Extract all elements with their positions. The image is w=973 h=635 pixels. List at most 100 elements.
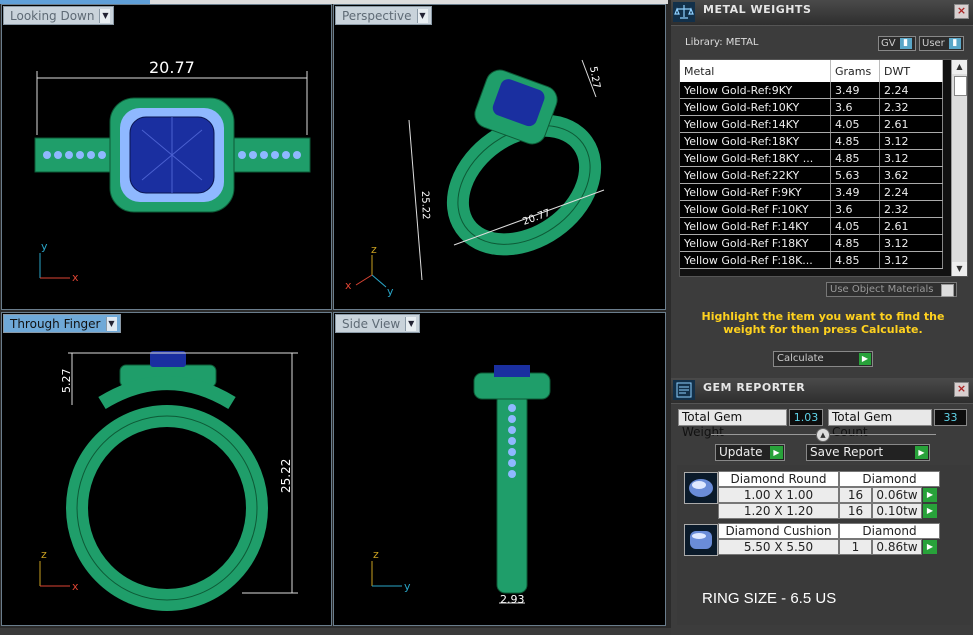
gem-size: 5.50 X 5.50 xyxy=(718,539,839,555)
calculate-button[interactable]: Calculate ▶ xyxy=(773,351,873,367)
metal-weights-panel: METAL WEIGHTS × Library: METAL GV ▮ User ▮… xyxy=(671,0,973,378)
dim-top-label: 5.27 xyxy=(60,369,73,394)
table-row[interactable]: Yellow Gold-Ref:22KY 5.63 3.62 xyxy=(680,166,943,184)
axis-x-label: x xyxy=(72,580,79,593)
update-label: Update xyxy=(719,445,763,459)
viewport-side-view[interactable]: 2.93 z y Side View ▼ xyxy=(333,312,666,626)
user-label: User xyxy=(922,38,945,49)
cell-grams: 3.49 xyxy=(830,183,880,201)
play-arrow-icon: ▶ xyxy=(770,446,783,459)
table-row[interactable]: Yellow Gold-Ref F:9KY 3.49 2.24 xyxy=(680,183,943,201)
viewport-perspective[interactable]: 25.22 20.77 5.27 z x y Perspective ▼ xyxy=(333,4,666,310)
table-row[interactable]: Yellow Gold-Ref F:18KY 4.85 3.12 xyxy=(680,234,943,252)
play-arrow-icon[interactable]: ▶ xyxy=(923,504,937,518)
cell-metal: Yellow Gold-Ref:9KY xyxy=(680,82,831,99)
use-object-materials-checkbox[interactable]: Use Object Materials xyxy=(826,282,957,297)
table-row[interactable]: Yellow Gold-Ref F:18K... 4.85 3.12 xyxy=(680,251,943,269)
gem-size: 1.20 X 1.20 xyxy=(718,503,839,519)
cell-metal: Yellow Gold-Ref F:18K... xyxy=(680,251,831,269)
panel-titlebar[interactable]: GEM REPORTER × xyxy=(671,378,973,404)
column-header-dwt[interactable]: DWT xyxy=(879,60,943,82)
dim-height-label: 25.22 xyxy=(419,191,431,220)
gem-slider-knob[interactable]: ▲ xyxy=(816,428,830,442)
cell-metal: Yellow Gold-Ref:14KY xyxy=(680,115,831,133)
chevron-down-icon[interactable]: ▼ xyxy=(416,8,428,23)
gem-material-header: Diamond xyxy=(839,471,940,487)
column-header-grams[interactable]: Grams xyxy=(830,60,880,82)
view-tab-label: Perspective xyxy=(342,8,412,23)
gem-weight: 0.10tw ▶ xyxy=(872,503,937,519)
cell-grams: 4.85 xyxy=(830,132,880,150)
user-toggle[interactable]: User ▮ xyxy=(919,36,964,51)
scroll-thumb[interactable] xyxy=(954,76,967,96)
table-row[interactable]: Yellow Gold-Ref:18KY 4.85 3.12 xyxy=(680,132,943,150)
viewport-through-finger[interactable]: 25.22 5.27 z x Through Finger ▼ xyxy=(1,312,332,626)
chevron-down-icon[interactable]: ▼ xyxy=(105,316,117,331)
gem-weight: 0.06tw ▶ xyxy=(872,487,937,503)
cell-metal: Yellow Gold-Ref:18KY xyxy=(680,132,831,150)
view-tab-through-finger[interactable]: Through Finger ▼ xyxy=(3,314,121,333)
table-row[interactable]: Yellow Gold-Ref:9KY 3.49 2.24 xyxy=(680,82,943,99)
toggle-icon: ▮ xyxy=(899,38,912,49)
update-button[interactable]: Update ▶ xyxy=(715,444,785,461)
gem-material-header: Diamond xyxy=(839,523,940,539)
cell-metal: Yellow Gold-Ref F:9KY xyxy=(680,183,831,201)
library-label: Library: METAL xyxy=(685,37,759,48)
play-arrow-icon[interactable]: ▶ xyxy=(923,540,937,554)
view-tab-side-view[interactable]: Side View ▼ xyxy=(335,314,421,333)
cell-grams: 4.85 xyxy=(830,149,880,167)
cell-dwt: 2.24 xyxy=(879,82,943,99)
viewport-looking-down[interactable]: 20.77 y x Looking Down ▼ xyxy=(1,4,332,310)
scroll-up-icon[interactable]: ▲ xyxy=(952,60,967,74)
toggle-icon: ▮ xyxy=(948,38,961,49)
chevron-down-icon[interactable]: ▼ xyxy=(99,8,111,23)
panel-title: METAL WEIGHTS xyxy=(703,3,812,16)
report-icon xyxy=(673,380,695,400)
cell-dwt: 2.24 xyxy=(879,183,943,201)
axis-y-label: y xyxy=(387,285,394,298)
table-row[interactable]: Yellow Gold-Ref F:10KY 3.6 2.32 xyxy=(680,200,943,218)
cell-dwt: 3.12 xyxy=(879,132,943,150)
close-icon[interactable]: × xyxy=(954,382,969,397)
gv-toggle[interactable]: GV ▮ xyxy=(878,36,916,51)
total-gem-weight-label: Total Gem Weight xyxy=(678,409,787,439)
play-arrow-icon[interactable]: ▶ xyxy=(923,488,937,502)
cell-dwt: 3.12 xyxy=(879,251,943,269)
dim-width-label: 20.77 xyxy=(149,58,195,77)
cell-grams: 3.6 xyxy=(830,200,880,218)
cell-dwt: 2.61 xyxy=(879,217,943,235)
column-header-metal[interactable]: Metal xyxy=(680,60,831,82)
checkbox-icon[interactable] xyxy=(941,284,954,297)
cell-grams: 3.6 xyxy=(830,98,880,116)
dim-width-label: 2.93 xyxy=(500,593,525,606)
gem-weight-value: 0.06tw xyxy=(876,488,918,502)
diamond-cushion-icon xyxy=(684,524,718,556)
table-scrollbar[interactable]: ▲ ▼ xyxy=(951,60,967,276)
panel-titlebar[interactable]: METAL WEIGHTS × xyxy=(671,0,973,26)
cell-metal: Yellow Gold-Ref:10KY xyxy=(680,98,831,116)
view-tab-looking-down[interactable]: Looking Down ▼ xyxy=(3,6,115,25)
gem-weight: 0.86tw ▶ xyxy=(872,539,937,555)
save-report-button[interactable]: Save Report ▶ xyxy=(806,444,930,461)
cell-dwt: 2.32 xyxy=(879,98,943,116)
table-row[interactable]: Yellow Gold-Ref:18KY ... 4.85 3.12 xyxy=(680,149,943,167)
table-row[interactable]: Yellow Gold-Ref:10KY 3.6 2.32 xyxy=(680,98,943,116)
axis-y-label: y xyxy=(41,240,48,253)
scroll-down-icon[interactable]: ▼ xyxy=(952,262,967,276)
metal-table[interactable]: Metal Grams DWT Yellow Gold-Ref:9KY 3.49 2… xyxy=(679,59,968,277)
close-icon[interactable]: × xyxy=(954,4,969,19)
cell-metal: Yellow Gold-Ref F:18KY xyxy=(680,234,831,252)
axis-y-label: y xyxy=(404,580,411,593)
cell-dwt: 3.12 xyxy=(879,149,943,167)
use-object-materials-label: Use Object Materials xyxy=(830,284,934,295)
cell-grams: 4.85 xyxy=(830,234,880,252)
table-row[interactable]: Yellow Gold-Ref F:14KY 4.05 2.61 xyxy=(680,217,943,235)
cell-grams: 5.63 xyxy=(830,166,880,184)
cell-grams: 3.49 xyxy=(830,82,880,99)
perspective-render: 25.22 20.77 5.27 z x y xyxy=(345,59,605,298)
total-gem-weight-value: 1.03 xyxy=(789,409,823,426)
cell-metal: Yellow Gold-Ref:22KY xyxy=(680,166,831,184)
view-tab-perspective[interactable]: Perspective ▼ xyxy=(335,6,432,25)
table-row[interactable]: Yellow Gold-Ref:14KY 4.05 2.61 xyxy=(680,115,943,133)
chevron-down-icon[interactable]: ▼ xyxy=(405,316,417,331)
